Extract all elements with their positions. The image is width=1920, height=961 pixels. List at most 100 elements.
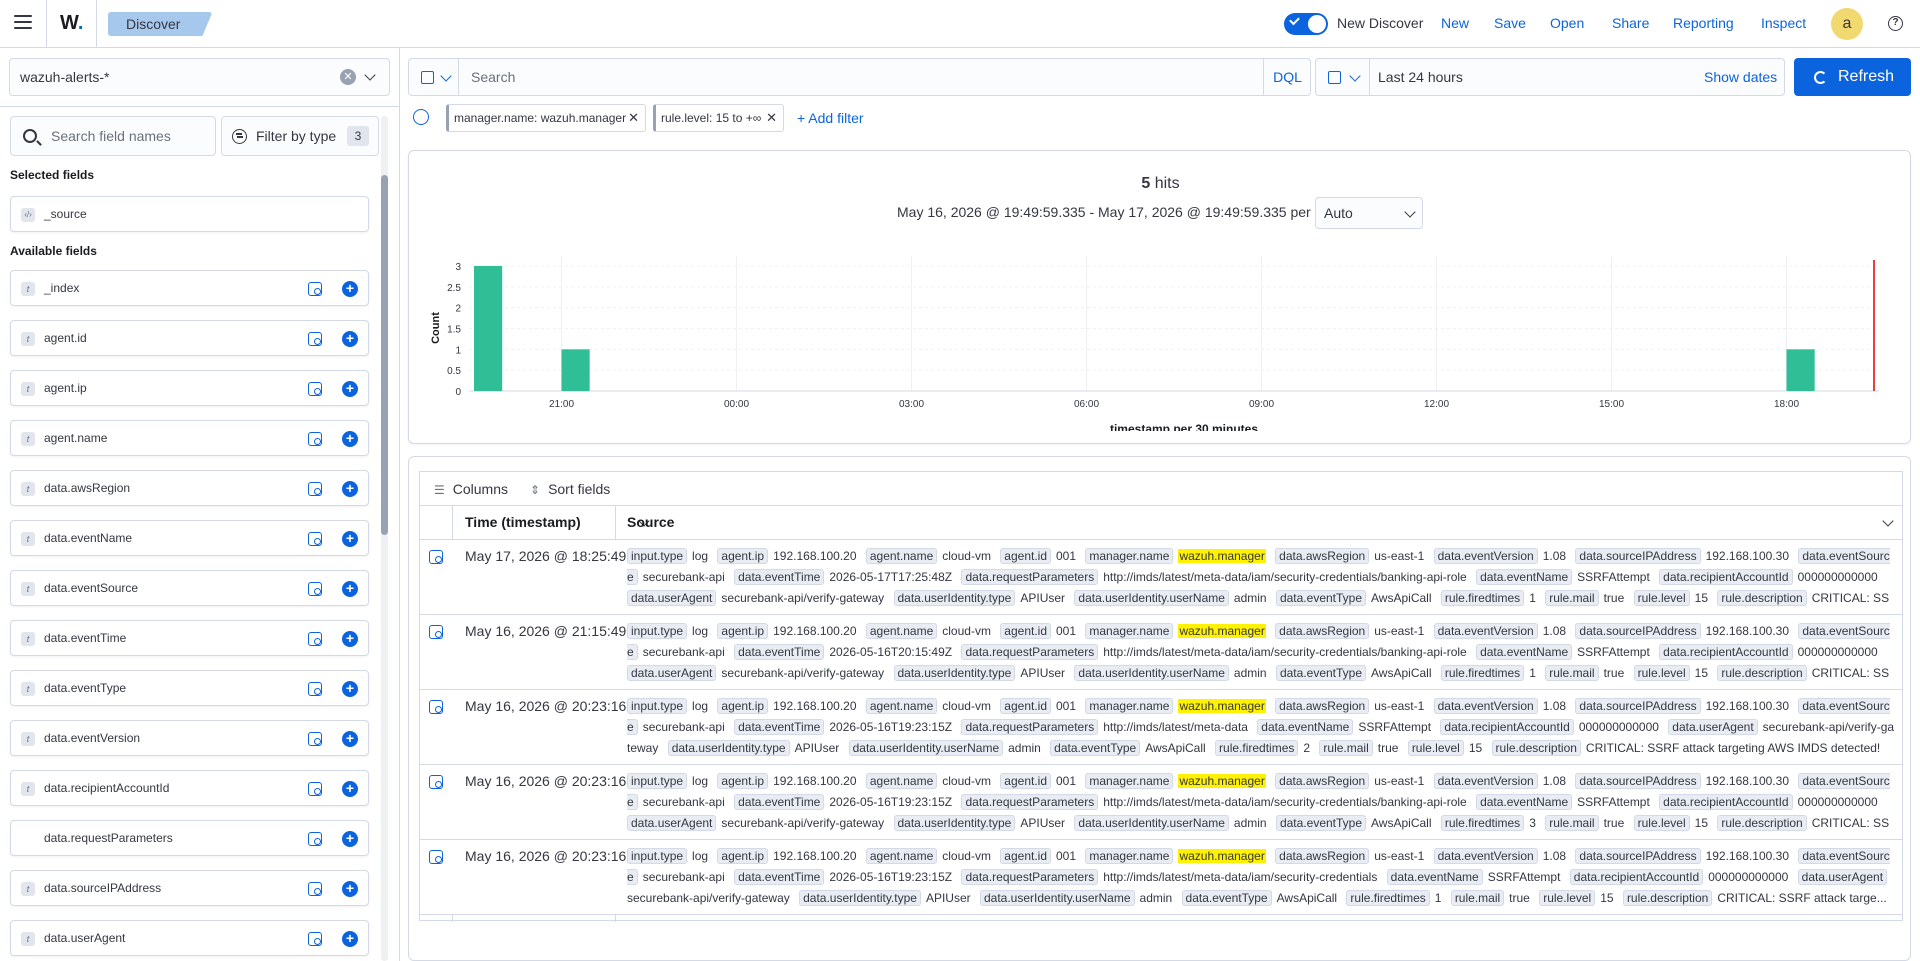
help-icon[interactable]: ? <box>1888 16 1903 31</box>
histogram-chart[interactable]: 0 0.5 1 1.5 2 2.5 3 21:00 00:00 03:00 06:00 09:00 12… <box>409 231 1909 431</box>
add-field-icon[interactable]: + <box>342 831 358 847</box>
filter-menu-icon[interactable] <box>413 109 429 125</box>
field-item-agent-name[interactable]: t agent.name + <box>10 420 369 456</box>
refresh-button[interactable]: Refresh <box>1794 58 1911 96</box>
add-field-icon[interactable]: + <box>342 631 358 647</box>
field-item-agent-id[interactable]: t agent.id + <box>10 320 369 356</box>
field-item-data-recipientaccountid[interactable]: t data.recipientAccountId + <box>10 770 369 806</box>
field-name: data.awsRegion <box>44 481 131 495</box>
interval-select[interactable]: Auto <box>1315 197 1423 229</box>
field-details-icon[interactable] <box>308 632 322 646</box>
table-row[interactable]: May 16, 2026 @ 20:23:16.052 input.type log… <box>420 840 1902 915</box>
field-item-data-sourceipaddress[interactable]: t data.sourceIPAddress + <box>10 870 369 906</box>
add-filter-button[interactable]: + Add filter <box>797 110 864 126</box>
expand-row-icon[interactable] <box>429 625 443 639</box>
menu-icon[interactable] <box>14 15 32 29</box>
time-range-text[interactable]: Last 24 hours <box>1378 69 1463 85</box>
clear-icon[interactable]: ✕ <box>340 69 356 85</box>
field-item-data-awsregion[interactable]: t data.awsRegion + <box>10 470 369 506</box>
field-details-icon[interactable] <box>308 282 322 296</box>
field-details-icon[interactable] <box>308 382 322 396</box>
add-field-icon[interactable]: + <box>342 781 358 797</box>
add-field-icon[interactable]: + <box>342 681 358 697</box>
show-dates-button[interactable]: Show dates <box>1704 69 1777 85</box>
inspect-link[interactable]: Inspect <box>1761 15 1806 31</box>
add-field-icon[interactable]: + <box>342 581 358 597</box>
field-details-icon[interactable] <box>308 482 322 496</box>
column-header-source[interactable]: Source <box>627 514 674 530</box>
expand-row-icon[interactable] <box>429 775 443 789</box>
open-link[interactable]: Open <box>1550 15 1584 31</box>
saved-query-button[interactable] <box>409 59 459 95</box>
add-field-icon[interactable]: + <box>342 931 358 947</box>
sort-fields-button[interactable]: ⇕ Sort fields <box>530 481 610 497</box>
field-item-data-eventtime[interactable]: t data.eventTime + <box>10 620 369 656</box>
new-link[interactable]: New <box>1441 15 1469 31</box>
refresh-icon <box>1814 71 1827 84</box>
source-field-value: AwsApiCall <box>1276 891 1338 905</box>
source-field-key: agent.ip <box>717 848 769 864</box>
filter-pill-rule-level[interactable]: rule.level: 15 to +∞ ✕ <box>653 104 784 132</box>
field-item-data-eventtype[interactable]: t data.eventType + <box>10 670 369 706</box>
quick-menu-button[interactable] <box>1316 59 1370 95</box>
field-details-icon[interactable] <box>308 832 322 846</box>
source-field-value: 192.168.100.30 <box>1705 624 1789 638</box>
index-pattern-selector[interactable]: wazuh-alerts-* <box>9 58 390 96</box>
search-input[interactable]: Search <box>471 69 515 85</box>
field-details-icon[interactable] <box>308 332 322 346</box>
add-field-icon[interactable]: + <box>342 281 358 297</box>
wazuh-logo[interactable]: W. <box>60 12 83 35</box>
filter-by-type-button[interactable]: Filter by type 3 <box>221 116 379 156</box>
column-header-time[interactable]: Time (timestamp) <box>465 514 581 530</box>
selected-field-source[interactable]: ‹/› _source <box>10 196 369 232</box>
sidebar-scrollbar-thumb[interactable] <box>381 175 388 535</box>
source-field-key: data.recipientAccountId <box>1440 719 1574 735</box>
field-details-icon[interactable] <box>308 432 322 446</box>
query-language-button[interactable]: DQL <box>1263 59 1311 95</box>
breadcrumb-discover[interactable]: Discover <box>108 12 212 36</box>
add-field-icon[interactable]: + <box>342 531 358 547</box>
field-details-icon[interactable] <box>308 932 322 946</box>
field-search-input[interactable]: Search field names <box>10 116 216 156</box>
new-discover-toggle[interactable] <box>1284 13 1328 35</box>
add-field-icon[interactable]: + <box>342 881 358 897</box>
field-details-icon[interactable] <box>308 582 322 596</box>
field-details-icon[interactable] <box>308 682 322 696</box>
field-details-icon[interactable] <box>308 882 322 896</box>
field-item-data-eventversion[interactable]: t data.eventVersion + <box>10 720 369 756</box>
field-item-data-requestparameters[interactable]: data.requestParameters + <box>10 820 369 856</box>
filter-pill-manager-name[interactable]: manager.name: wazuh.manager ✕ <box>446 104 646 132</box>
field-item-index[interactable]: t _index + <box>10 270 369 306</box>
field-details-icon[interactable] <box>308 532 322 546</box>
field-details-icon[interactable] <box>308 732 322 746</box>
chevron-down-icon[interactable] <box>1882 515 1894 527</box>
add-field-icon[interactable]: + <box>342 331 358 347</box>
table-row[interactable]: May 17, 2026 @ 18:25:49.555 input.type log… <box>420 540 1902 615</box>
user-avatar[interactable]: a <box>1831 8 1863 40</box>
source-field-key: data.recipientAccountId <box>1659 569 1793 585</box>
add-field-icon[interactable]: + <box>342 381 358 397</box>
columns-button[interactable]: ☰ Columns <box>434 481 508 497</box>
table-row[interactable]: May 16, 2026 @ 21:15:49.451 input.type log… <box>420 615 1902 690</box>
reporting-link[interactable]: Reporting <box>1673 15 1734 31</box>
remove-filter-icon[interactable]: ✕ <box>766 105 777 131</box>
remove-filter-icon[interactable]: ✕ <box>628 105 639 131</box>
add-field-icon[interactable]: + <box>342 481 358 497</box>
table-row[interactable]: May 16, 2026 @ 20:23:16.052 input.type log… <box>420 690 1902 765</box>
save-link[interactable]: Save <box>1494 15 1526 31</box>
field-details-icon[interactable] <box>308 782 322 796</box>
expand-row-icon[interactable] <box>429 700 443 714</box>
table-row[interactable]: May 16, 2026 @ 20:23:16.052 input.type log… <box>420 765 1902 840</box>
field-item-agent-ip[interactable]: t agent.ip + <box>10 370 369 406</box>
field-item-data-useragent[interactable]: t data.userAgent + <box>10 920 369 956</box>
expand-row-icon[interactable] <box>429 550 443 564</box>
add-field-icon[interactable]: + <box>342 731 358 747</box>
expand-row-icon[interactable] <box>429 850 443 864</box>
field-item-data-eventsource[interactable]: t data.eventSource + <box>10 570 369 606</box>
field-item-data-eventname[interactable]: t data.eventName + <box>10 520 369 556</box>
share-link[interactable]: Share <box>1612 15 1649 31</box>
add-field-icon[interactable]: + <box>342 431 358 447</box>
source-field-key: data.sourceIPAddress <box>1575 773 1701 789</box>
filter-icon <box>232 129 247 144</box>
row-source: input.type log agent.ip 192.168.100.20 age… <box>627 621 1897 685</box>
